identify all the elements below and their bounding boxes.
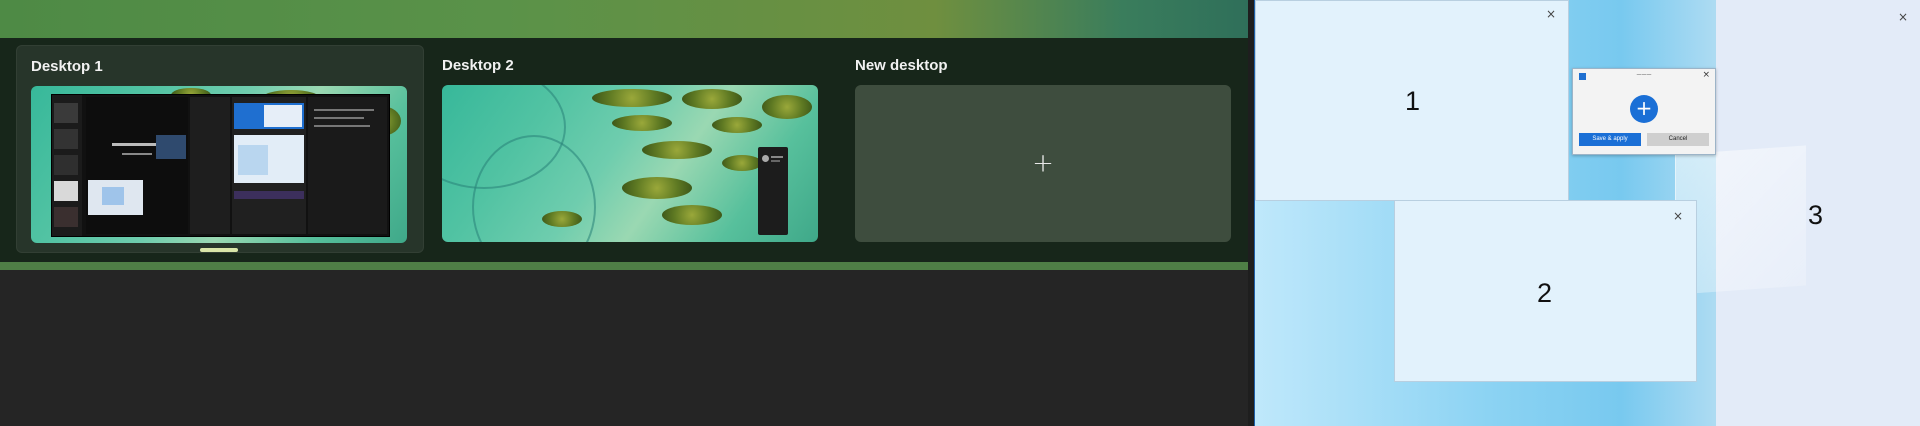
- new-desktop-card[interactable]: New desktop +: [841, 45, 1247, 251]
- new-desktop-title: New desktop: [855, 57, 948, 74]
- save-apply-button[interactable]: Save & apply: [1579, 133, 1641, 146]
- desktop-2-window-preview: [758, 147, 788, 235]
- new-desktop-button[interactable]: +: [855, 85, 1231, 242]
- desktop-1-window-preview: [51, 94, 390, 237]
- window-1-number: 1: [1405, 86, 1421, 116]
- dialog-window[interactable]: ——— × + Save & apply Cancel: [1572, 68, 1716, 155]
- window-2-number: 2: [1537, 278, 1553, 308]
- desktop-card-2[interactable]: Desktop 2: [428, 45, 834, 251]
- add-button[interactable]: +: [1630, 95, 1658, 123]
- desktop-1-title: Desktop 1: [31, 58, 103, 75]
- active-desktop-indicator: [200, 248, 238, 252]
- desktop-2-thumbnail[interactable]: [442, 85, 818, 242]
- desktop-1-thumbnail[interactable]: [31, 86, 407, 243]
- app-icon: [1579, 73, 1586, 80]
- desktop-preview: × 1 × 2 × 3 ——— × + Save & apply Cancel: [1254, 0, 1920, 426]
- desktop-card-1[interactable]: Desktop 1: [16, 45, 424, 253]
- window-1-close-icon[interactable]: ×: [1544, 7, 1558, 21]
- window-2[interactable]: × 2: [1394, 200, 1697, 382]
- window-3-number: 3: [1808, 200, 1824, 230]
- dialog-close-icon[interactable]: ×: [1702, 70, 1710, 80]
- window-2-close-icon[interactable]: ×: [1671, 209, 1685, 223]
- dialog-title: ———: [1636, 72, 1652, 78]
- task-view: Desktop 1 Desktop 2 New desktop +: [0, 0, 1248, 426]
- plus-icon: +: [1032, 147, 1054, 178]
- window-1[interactable]: × 1: [1255, 0, 1569, 201]
- desktop-2-title: Desktop 2: [442, 57, 514, 74]
- window-3-close-icon[interactable]: ×: [1896, 10, 1910, 24]
- wallpaper-top: [0, 0, 1248, 40]
- cancel-button[interactable]: Cancel: [1647, 133, 1709, 146]
- wallpaper-bottom-edge: [0, 262, 1248, 270]
